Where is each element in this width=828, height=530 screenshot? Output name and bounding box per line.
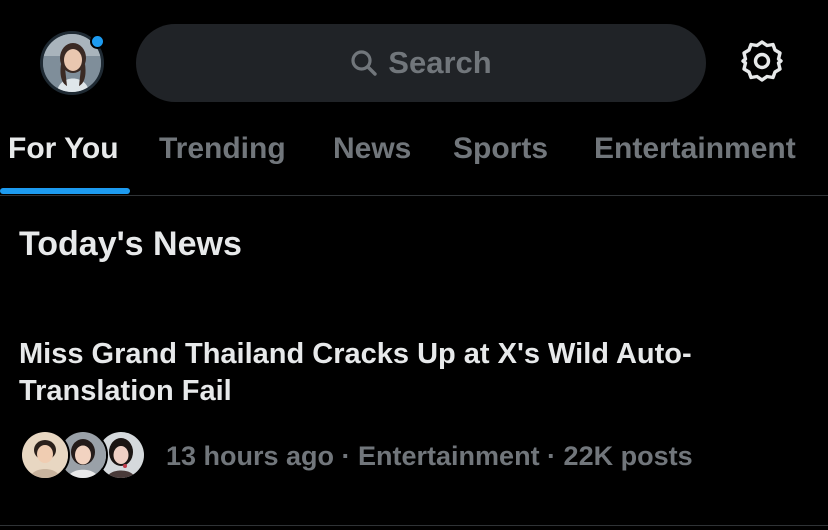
profile-status-dot bbox=[90, 34, 105, 49]
news-meta: 13 hours ago · Entertainment · 22K posts bbox=[20, 428, 693, 484]
tab-trending[interactable]: Trending bbox=[159, 132, 286, 166]
settings-button[interactable] bbox=[738, 39, 786, 87]
news-headline[interactable]: Miss Grand Thailand Cracks Up at X's Wil… bbox=[19, 336, 809, 410]
tab-sports[interactable]: Sports bbox=[453, 132, 548, 166]
news-meta-text: 13 hours ago · Entertainment · 22K posts bbox=[166, 440, 693, 471]
active-tab-indicator bbox=[0, 188, 130, 194]
search-bar[interactable]: Search bbox=[136, 24, 706, 102]
tab-news[interactable]: News bbox=[333, 132, 411, 166]
search-icon bbox=[350, 49, 378, 77]
search-placeholder: Search bbox=[388, 45, 492, 80]
tab-for-you[interactable]: For You bbox=[8, 132, 119, 166]
tab-entertainment[interactable]: Entertainment bbox=[594, 132, 796, 166]
divider bbox=[0, 525, 828, 526]
section-title: Today's News bbox=[19, 225, 242, 263]
news-item[interactable]: Miss Grand Thailand Cracks Up at X's Wil… bbox=[0, 320, 828, 520]
tab-bar: For You Trending News Sports Entertainme… bbox=[0, 120, 828, 196]
post-avatars bbox=[20, 428, 148, 484]
avatar bbox=[20, 430, 70, 480]
top-bar: Search bbox=[0, 0, 828, 120]
gear-icon bbox=[740, 39, 784, 88]
